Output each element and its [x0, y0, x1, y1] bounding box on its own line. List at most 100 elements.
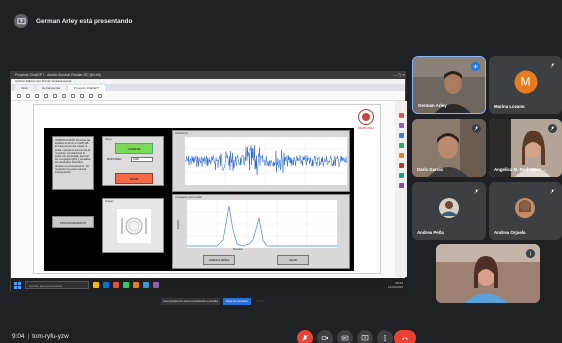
word-icon[interactable] [143, 282, 149, 288]
tab-tools[interactable]: Herramientas [36, 85, 67, 91]
edge-icon[interactable] [103, 282, 109, 288]
avatar: M [514, 70, 537, 94]
tab-document[interactable]: Proyecto ChatGPT [68, 85, 106, 91]
ecg-panel: Señal ECG [172, 130, 350, 192]
plate-icon [121, 217, 147, 235]
plot-signal-button[interactable]: GRAFICA SEÑAL [203, 255, 235, 265]
control-panel-label: Panel [105, 138, 112, 141]
participant-tile-daris[interactable]: Daris Garcia [412, 119, 486, 177]
self-view-tile[interactable] [436, 244, 540, 303]
comment-icon[interactable] [80, 93, 84, 98]
meeting-info: 9:04 | tom-ryfu-yzw [12, 333, 69, 340]
correlation-panel: Correlación de la señal Muestras Amplitu… [172, 194, 350, 269]
window-controls[interactable]: — ▢ ✕ [393, 72, 405, 79]
tool-more-icon[interactable] [398, 183, 404, 188]
mic-toggle-button[interactable] [297, 330, 313, 343]
zoom-icon[interactable] [53, 93, 57, 98]
participant-tile-marina[interactable]: M Marina Lozano [489, 56, 562, 114]
phone-hangup-icon [402, 337, 408, 340]
chrome-icon[interactable] [123, 282, 129, 288]
presenter-banner: German Arley está presentando [0, 8, 562, 34]
participant-name: Marina Lozano [494, 104, 525, 109]
tool-protect-icon[interactable] [398, 173, 404, 178]
hide-notice-button[interactable]: Ocultar [254, 298, 266, 305]
more-options-button[interactable] [377, 330, 393, 343]
correlation-ylabel: Amplitud [177, 219, 181, 230]
windows-start-icon[interactable] [14, 281, 21, 289]
window-titlebar: Proyecto ChatGPT - Adobe Acrobat Reader … [11, 72, 405, 79]
tool-comment-icon[interactable] [398, 133, 404, 138]
right-tools-panel [395, 101, 407, 277]
tool-export-icon[interactable] [398, 153, 404, 158]
more-options-icon[interactable] [526, 249, 535, 258]
windows-taskbar: Escribe aquí para buscar 09:04 14/03/202… [11, 278, 407, 292]
mic-muted-icon [548, 61, 557, 70]
correlation-panel-label: Correlación de la señal [175, 196, 202, 199]
participant-photo [436, 244, 540, 303]
present-screen-icon [16, 17, 26, 24]
matlab-icon[interactable] [133, 282, 139, 288]
print-icon[interactable] [26, 93, 30, 98]
tab-home[interactable]: Inicio [15, 85, 35, 91]
slide-page: PAMPLONA INTRODUCCIÓN Procesar las señal… [33, 104, 381, 274]
participant-tile-andrea-pena[interactable]: Andrea Peña [412, 182, 486, 240]
camera-icon [321, 336, 328, 340]
participant-name: Andrea Peña [417, 230, 444, 235]
captions-button[interactable] [337, 330, 353, 343]
control-panel: Panel CARGAR MUESTREO 1000 SALIR [102, 136, 164, 186]
participant-tile-german[interactable]: German Arley [412, 56, 486, 114]
university-seal-icon [358, 109, 374, 125]
pen-icon[interactable] [89, 93, 93, 98]
presenter-avatar [14, 14, 28, 28]
intro-text: INTRODUCCIÓN Procesar las señales de ECG… [52, 136, 94, 190]
presenter-text: German Arley está presentando [36, 17, 133, 25]
system-tray[interactable]: 09:04 14/03/2023 [388, 281, 403, 289]
sampling-input[interactable]: 1000 [131, 157, 153, 162]
load-button[interactable]: CARGAR [115, 143, 153, 154]
mic-muted-icon [472, 187, 481, 196]
meeting-time: 9:04 [12, 333, 25, 340]
tool-pdf-icon[interactable] [398, 113, 404, 118]
hand-icon[interactable] [71, 93, 75, 98]
tool-organize-icon[interactable] [398, 163, 404, 168]
participant-name: Angelica M. Rodriguez ... [494, 167, 546, 172]
correlation-plot [187, 200, 337, 248]
exit-button[interactable]: SALIR [277, 255, 309, 265]
tool-sign-icon[interactable] [398, 143, 404, 148]
sign-icon[interactable] [98, 93, 102, 98]
participant-name: Daris Garcia [417, 167, 443, 172]
window-title: Proyecto ChatGPT - Adobe Acrobat Reader … [15, 73, 101, 77]
search-icon[interactable] [44, 93, 48, 98]
sampling-label: MUESTREO [107, 158, 122, 161]
ecg-plot [185, 137, 347, 185]
save-icon[interactable] [17, 93, 21, 98]
exit-red-button[interactable]: SALIR [115, 173, 153, 184]
meeting-code[interactable]: tom-ryfu-yzw [32, 333, 69, 340]
present-button[interactable] [357, 330, 373, 343]
shared-screen[interactable]: Proyecto ChatGPT - Adobe Acrobat Reader … [10, 71, 407, 305]
app-icon[interactable] [153, 282, 159, 288]
acrobat-icon[interactable] [113, 282, 119, 288]
document-viewer[interactable]: PAMPLONA INTRODUCCIÓN Procesar las señal… [11, 101, 407, 305]
end-call-button[interactable] [394, 330, 416, 343]
matlab-gui: INTRODUCCIÓN Procesar las señales de ECG… [44, 128, 354, 271]
meet-window: German Arley está presentando Proyecto C… [0, 0, 562, 343]
mail-icon[interactable] [35, 93, 39, 98]
taskbar-search[interactable]: Escribe aquí para buscar [25, 281, 89, 289]
processing-button[interactable]: PROCESAMIENTO [52, 216, 94, 228]
speaking-indicator-icon [471, 62, 480, 71]
folder-icon[interactable] [93, 282, 99, 288]
screen-share-notice: meet.google.com está compartiendo tu pan… [161, 297, 341, 305]
mic-off-icon [301, 334, 309, 342]
stop-sharing-button[interactable]: Dejar de compartir [223, 297, 251, 305]
mic-muted-icon [472, 124, 481, 133]
seal-text: PAMPLONA [357, 126, 375, 130]
plate-image [117, 209, 151, 243]
camera-toggle-button[interactable] [317, 330, 333, 343]
participant-tile-angelica[interactable]: Angelica M. Rodriguez ... [489, 119, 562, 177]
captions-icon [341, 335, 349, 341]
page-icon[interactable] [62, 93, 66, 98]
tool-edit-icon[interactable] [398, 123, 404, 128]
participant-tile-andrea-orjuela[interactable]: Andrea Orjuela [489, 182, 562, 240]
participant-name: German Arley [418, 103, 447, 108]
